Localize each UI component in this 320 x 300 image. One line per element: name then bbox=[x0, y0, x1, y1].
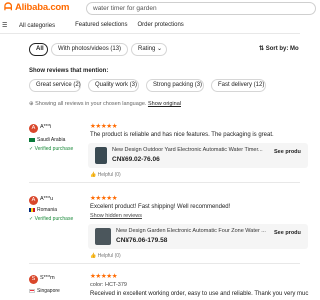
flag-icon bbox=[29, 137, 35, 142]
flag-icon bbox=[29, 288, 35, 293]
helpful-button[interactable]: 👍 Helpful (0) bbox=[90, 172, 121, 178]
filter-all-button[interactable]: All bbox=[29, 43, 48, 56]
language-notice: ⊕ Showing all reviews in your chosen lan… bbox=[29, 101, 181, 107]
nav-order-protections[interactable]: Order protections bbox=[137, 22, 183, 29]
show-hidden-reviews-link[interactable]: Show hidden reviews bbox=[90, 213, 142, 219]
nav-featured-selections[interactable]: Featured selections bbox=[75, 22, 127, 29]
tag-quality-work[interactable]: Quality work (3) bbox=[88, 79, 139, 92]
tag-strong-packing[interactable]: Strong packing (3) bbox=[146, 79, 204, 92]
review-text: Received in excellent working order, eas… bbox=[90, 291, 309, 297]
tag-great-service[interactable]: Great service (2) bbox=[29, 79, 81, 92]
verified-badge: ✓ Verified purchase bbox=[29, 146, 74, 152]
product-title: New Design Outdoor Yard Electronic Autom… bbox=[112, 147, 263, 153]
product-thumbnail bbox=[95, 228, 111, 245]
verified-badge: ✓ Verified purchase bbox=[29, 216, 74, 222]
alibaba-logo[interactable]: ᗩ Alibaba.com bbox=[4, 2, 69, 13]
review-text: The product is reliable and has nice fea… bbox=[90, 132, 274, 138]
filter-photos-button[interactable]: With photos/videos (13) bbox=[51, 43, 129, 56]
product-variant: color: HCT-379 bbox=[90, 282, 127, 288]
product-price: CN¥76.06-179.58 bbox=[116, 237, 168, 244]
rating-dropdown[interactable]: Rating ⌄ bbox=[131, 43, 167, 56]
verified-label: Verified purchase bbox=[34, 146, 74, 152]
star-rating: ★★★★★ bbox=[90, 123, 118, 130]
sort-dropdown[interactable]: ⇅ Sort by: Mo bbox=[259, 45, 299, 52]
show-original-link[interactable]: Show original bbox=[148, 101, 181, 107]
avatar: A bbox=[29, 196, 38, 205]
product-title: New Design Garden Electronic Automatic F… bbox=[116, 228, 266, 234]
product-card[interactable]: New Design Outdoor Yard Electronic Autom… bbox=[88, 143, 308, 168]
product-card[interactable]: New Design Garden Electronic Automatic F… bbox=[88, 224, 308, 249]
chevron-down-icon: ⌄ bbox=[156, 46, 162, 52]
rating-label: Rating bbox=[138, 46, 156, 52]
reviewer-country: Singapore bbox=[29, 288, 60, 294]
see-product-link[interactable]: See produ bbox=[274, 230, 301, 236]
tag-fast-delivery[interactable]: Fast delivery (12) bbox=[211, 79, 266, 92]
avatar: S bbox=[29, 275, 38, 284]
helpful-label: Helpful (0) bbox=[97, 253, 121, 259]
alibaba-logo-icon: ᗩ bbox=[4, 1, 13, 13]
country-label: Saudi Arabia bbox=[37, 137, 66, 143]
star-rating: ★★★★★ bbox=[90, 195, 118, 202]
nav-all-categories[interactable]: ☰ All categories bbox=[2, 22, 65, 29]
mentions-title: Show reviews that mention: bbox=[29, 68, 109, 74]
sort-icon: ⇅ bbox=[259, 46, 266, 52]
country-label: Romania bbox=[37, 207, 58, 213]
product-thumbnail bbox=[95, 147, 107, 164]
flag-icon bbox=[29, 207, 35, 212]
language-note: Showing all reviews in your chosen langu… bbox=[35, 101, 147, 107]
verified-label: Verified purchase bbox=[34, 216, 74, 222]
product-price: CN¥69.02-76.06 bbox=[112, 156, 160, 163]
thumbs-up-icon: 👍 bbox=[90, 253, 98, 259]
helpful-label: Helpful (0) bbox=[97, 172, 121, 178]
review-divider bbox=[29, 263, 300, 264]
reviewer-name: S***m bbox=[40, 275, 55, 281]
review-text: Excelent product! Fast shipping! Well re… bbox=[90, 204, 231, 210]
reviewer-name: A***i bbox=[40, 124, 52, 130]
thumbs-up-icon: 👍 bbox=[90, 172, 98, 178]
review-divider bbox=[29, 182, 300, 183]
sort-label: Sort by: Mo bbox=[265, 46, 299, 52]
brand-name: Alibaba.com bbox=[15, 2, 70, 13]
reviewer-country: Saudi Arabia bbox=[29, 137, 65, 143]
menu-icon: ☰ bbox=[2, 23, 10, 29]
top-nav: ☰ All categories Featured selections Ord… bbox=[2, 22, 194, 29]
reviewer-country: Romania bbox=[29, 207, 57, 213]
helpful-button[interactable]: 👍 Helpful (0) bbox=[90, 253, 121, 259]
country-label: Singapore bbox=[37, 288, 60, 294]
reviewer-name: A***u bbox=[40, 196, 54, 202]
search-input[interactable]: water timer for garden bbox=[86, 2, 316, 15]
star-rating: ★★★★★ bbox=[90, 273, 118, 280]
avatar: A bbox=[29, 124, 38, 133]
nav-label: All categories bbox=[19, 23, 56, 29]
header-divider bbox=[0, 33, 300, 34]
see-product-link[interactable]: See produ bbox=[274, 149, 301, 155]
